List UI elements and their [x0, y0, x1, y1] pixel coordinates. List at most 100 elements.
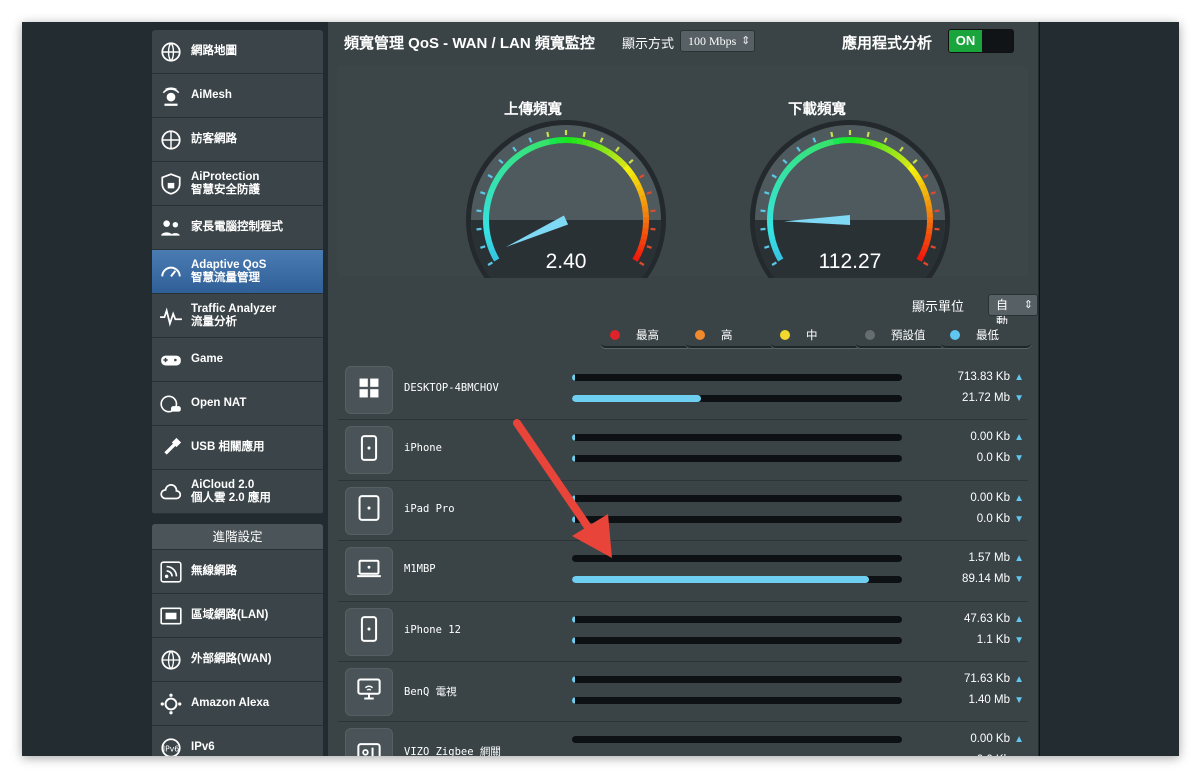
sidebar-item-3[interactable]: 訪客網路 — [152, 118, 323, 162]
display-mode-label: 顯示方式 — [622, 36, 675, 51]
gauge-arc-segment — [806, 146, 815, 155]
upload-arrow-icon: ▲ — [1014, 613, 1024, 625]
sidebar-item-label: Traffic Analyzer 流量分析 — [191, 303, 276, 329]
gauge-arc-segment — [629, 173, 639, 182]
legend-label: 中 — [806, 330, 818, 342]
sidebar-item-subtitle: 智慧安全防護 — [191, 183, 260, 196]
advanced-item-1[interactable]: 無線網路 — [152, 550, 323, 594]
gauge-arc-segment — [771, 188, 779, 197]
download-arrow-icon: ▼ — [1014, 453, 1024, 465]
gauge-arc-segment — [919, 248, 927, 257]
display-mode-select[interactable]: 100 Mbps — [680, 30, 756, 52]
gauge-arc-segment — [921, 188, 930, 197]
sidebar-item-subtitle: 個人雲 2.0 應用 — [191, 491, 271, 504]
gauge-tick — [934, 209, 940, 213]
gauge-tick — [646, 245, 652, 249]
ipv6-icon: IPv6 — [158, 735, 184, 756]
app-analysis-toggle[interactable]: ON — [948, 29, 1014, 53]
upload-gauge: 2.40 — [466, 120, 666, 278]
device-icon-button[interactable] — [345, 366, 393, 414]
upload-bar — [572, 555, 902, 563]
sidebar-item-5[interactable]: 家長電腦控制程式 — [152, 206, 323, 250]
device-icon-button[interactable] — [345, 667, 393, 716]
download-bar-fill — [572, 636, 575, 644]
upload-bar-fill — [572, 675, 575, 683]
upload-arrow-icon: ▲ — [1014, 673, 1024, 685]
gamepad-icon — [158, 347, 184, 373]
gauge-arc-segment — [910, 168, 920, 178]
sidebar-item-6[interactable]: Adaptive QoS 智慧流量管理 — [152, 250, 323, 294]
window-frame: 網路地圖 AiMesh 訪客網路 AiProtection 智慧安全防護 家長電腦控制程式… — [22, 22, 1179, 756]
gauge-arc-segment — [827, 138, 835, 146]
download-arrow-icon: ▼ — [1014, 393, 1024, 404]
advanced-item-4[interactable]: Amazon Alexa — [152, 682, 323, 726]
sidebar-item-title: Adaptive QoS — [191, 258, 267, 271]
aimesh-icon — [158, 83, 184, 109]
advanced-item-5[interactable]: IPv6 IPv6 — [152, 726, 323, 756]
display-unit-select[interactable]: 自動 — [988, 294, 1038, 329]
device-row: DESKTOP-4BMCHOV 713.83 Kb ▲ 21.72 Mb ▼ — [338, 360, 1028, 421]
device-icon-button[interactable] — [345, 547, 393, 596]
gauge-arc-segment — [639, 194, 647, 202]
gauge-arc-segment — [491, 253, 500, 262]
sidebar-item-1[interactable]: 網路地圖 — [152, 30, 323, 74]
sidebar-item-label: AiMesh — [191, 89, 232, 102]
legend-dot — [950, 330, 960, 340]
gauge-arc-segment — [494, 173, 503, 182]
upload-bar — [572, 615, 902, 623]
gauge-arc-segment — [626, 168, 636, 178]
advanced-item-2[interactable]: 區域網路(LAN) — [152, 594, 323, 638]
sidebar-item-7[interactable]: Traffic Analyzer 流量分析 — [152, 294, 323, 338]
gauge-arc-segment — [517, 149, 526, 158]
gauge-value: 112.27 — [819, 250, 882, 273]
gauge-tick — [480, 191, 486, 195]
legend-dot — [780, 330, 790, 340]
gauge-arc-segment — [784, 164, 794, 173]
gauge-arc-segment — [512, 152, 522, 162]
device-icon-button[interactable] — [345, 728, 393, 756]
upload-bar-fill — [572, 615, 575, 623]
gauge-arc-segment — [576, 137, 584, 145]
gauge-arc-segment — [778, 173, 787, 182]
gauge-arc-segment — [581, 138, 590, 147]
sidebar-item-9[interactable]: Open NAT — [152, 382, 323, 426]
qos-monitor-panel: 頻寬管理 QoS - WAN / LAN 頻寬監控 顯示方式 100 Mbps … — [328, 22, 1038, 756]
device-icon-button[interactable] — [345, 426, 393, 475]
upload-bar — [572, 494, 902, 502]
download-rate: 89.14 Mb — [962, 573, 1010, 586]
gauge-arc-segment — [587, 140, 595, 148]
sidebar-item-title: 訪客網路 — [191, 133, 237, 145]
sidebar-item-2[interactable]: AiMesh — [152, 74, 323, 118]
gauge-arc-segment — [611, 152, 620, 162]
gauge-arc-segment — [855, 137, 862, 144]
gauge-arc-segment — [899, 156, 908, 165]
sidebar-item-label: Game — [191, 353, 223, 366]
sidebar-item-4[interactable]: AiProtection 智慧安全防護 — [152, 162, 323, 206]
gauge-arc-segment — [500, 164, 510, 173]
sidebar-item-10[interactable]: USB 相關應用 — [152, 426, 323, 470]
advanced-settings-header: 進階設定 — [152, 524, 323, 550]
gauge-arc-segment — [489, 183, 497, 192]
legend-item-3: 中 — [770, 324, 862, 348]
sidebar-item-8[interactable]: Game — [152, 338, 323, 382]
wireless-icon — [158, 559, 184, 585]
download-bar — [572, 636, 902, 644]
gauge-arc-segment — [916, 253, 925, 262]
gauge-arc-segment — [769, 193, 777, 202]
lan-icon — [158, 603, 184, 629]
advanced-item-label: 區域網路(LAN) — [191, 609, 269, 621]
upload-rate: 713.83 Kb — [957, 371, 1010, 383]
sidebar-item-label: 訪客網路 — [191, 133, 237, 146]
device-icon-button[interactable] — [345, 607, 393, 656]
gauge-arc-segment — [485, 238, 493, 246]
gauge-arc-segment — [641, 228, 649, 235]
device-icon-button[interactable] — [345, 486, 393, 535]
gauge-arc-segment — [907, 164, 916, 173]
legend-label: 高 — [721, 330, 733, 342]
gauge-arc-segment — [592, 142, 601, 150]
sidebar: 網路地圖 AiMesh 訪客網路 AiProtection 智慧安全防護 家長電腦控制程式… — [152, 22, 323, 756]
device-row: iPad Pro 0.00 Kb ▲ 0.0 Kb ▼ — [338, 481, 1028, 542]
gauge-arc-segment — [924, 199, 932, 208]
advanced-item-3[interactable]: 外部網路(WAN) — [152, 638, 323, 682]
sidebar-item-11[interactable]: AiCloud 2.0 個人雲 2.0 應用 — [152, 470, 323, 514]
